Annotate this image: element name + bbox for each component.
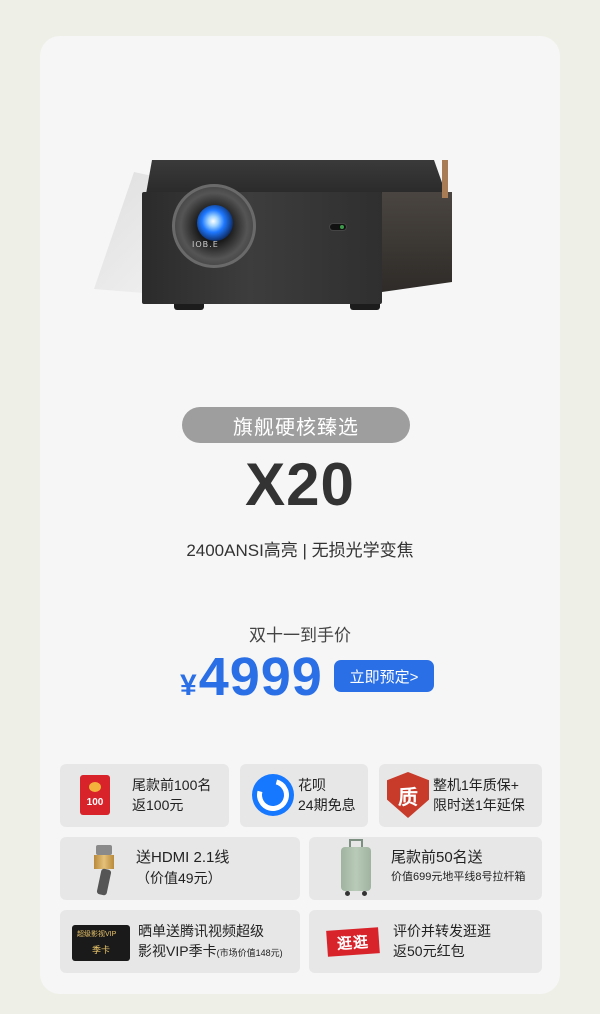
perk-text: 尾款前50名送 价值699元地平线8号拉杆箱 xyxy=(391,848,525,884)
perk-line: 返50元红包 xyxy=(393,943,465,959)
hdmi-head xyxy=(96,845,112,855)
perk-installment: 花呗 24期免息 xyxy=(240,764,368,827)
perk-line: 价值699元地平线8号拉杆箱 xyxy=(391,871,526,883)
spec-line: 2400ANSI高亮 | 无损光学变焦 xyxy=(186,541,414,560)
perk-line: 返100元 xyxy=(132,797,184,813)
perk-line: 尾款前100名 xyxy=(132,777,212,793)
preorder-button[interactable]: 立即预定> xyxy=(334,660,434,692)
projector-trim xyxy=(442,160,448,198)
hdmi-cable-icon xyxy=(86,845,116,896)
red-packet-amount: 100 xyxy=(86,797,104,808)
perk-text: 花呗 24期免息 xyxy=(298,775,356,815)
perk-line: （价值49元） xyxy=(136,870,222,886)
perk-text: 评价并转发逛逛 返50元红包 xyxy=(393,921,491,961)
projector-foot xyxy=(350,304,380,310)
tagline-pill: 旗舰硬核臻选 xyxy=(182,407,410,443)
perk-text: 尾款前100名 返100元 xyxy=(132,775,211,815)
projector-lens xyxy=(172,184,256,268)
perk-line-main: 影视VIP季卡 xyxy=(138,943,217,959)
huabei-icon xyxy=(252,774,294,816)
status-led xyxy=(330,224,346,230)
red-packet-seal xyxy=(89,782,101,792)
perk-cashback: 100 尾款前100名 返100元 xyxy=(60,764,229,827)
vip-card-label: 超级影视VIP xyxy=(77,931,117,938)
projector-image: IOB.E xyxy=(78,112,478,312)
brand-mark: IOB.E xyxy=(192,240,219,249)
perk-hdmi-cable: 送HDMI 2.1线 （价值49元） xyxy=(60,837,300,900)
suitcase-wheel xyxy=(362,891,367,896)
suitcase-wheel xyxy=(345,891,350,896)
perk-vip-card: 超级影视VIP 季卡 晒单送腾讯视频超级 影视VIP季卡(市场价值148元) xyxy=(60,910,300,973)
quality-shield-icon: 质 xyxy=(387,772,429,818)
perk-review-reward: 逛逛 评价并转发逛逛 返50元红包 xyxy=(309,910,542,973)
perk-text: 送HDMI 2.1线 （价值49元） xyxy=(136,848,229,888)
hdmi-body xyxy=(94,855,114,869)
suitcase-handle xyxy=(349,839,363,847)
perk-line: 尾款前50名送 xyxy=(391,849,483,866)
perk-line: 花呗 xyxy=(298,777,326,793)
perk-suitcase: 尾款前50名送 价值699元地平线8号拉杆箱 xyxy=(309,837,542,900)
perk-line: 送HDMI 2.1线 xyxy=(136,849,230,866)
perk-text: 整机1年质保+ 限时送1年延保 xyxy=(433,775,525,815)
perk-line: 影视VIP季卡(市场价值148元) xyxy=(138,941,283,963)
perk-line: 整机1年质保+ xyxy=(433,777,519,793)
projector-side xyxy=(382,192,452,292)
perk-line: 评价并转发逛逛 xyxy=(393,923,491,939)
perk-line: 限时送1年延保 xyxy=(433,797,525,813)
perk-warranty: 质 整机1年质保+ 限时送1年延保 xyxy=(379,764,542,827)
guangguang-icon: 逛逛 xyxy=(326,927,380,957)
suitcase-body xyxy=(341,847,371,891)
perk-line: 晒单送腾讯视频超级 xyxy=(138,923,264,939)
hdmi-wire xyxy=(96,868,112,896)
perk-line: 24期免息 xyxy=(298,797,356,813)
vip-card-term: 季卡 xyxy=(92,945,111,955)
perk-note: (市场价值148元) xyxy=(216,948,283,958)
vip-card-icon: 超级影视VIP 季卡 xyxy=(72,925,130,961)
currency-symbol: ¥ xyxy=(180,669,197,702)
model-title: X20 xyxy=(245,451,355,518)
red-packet-icon: 100 xyxy=(80,775,110,815)
price-value: 4999 xyxy=(198,647,323,707)
lens-glow xyxy=(197,205,233,241)
suitcase-icon xyxy=(337,839,375,897)
perk-text: 晒单送腾讯视频超级 影视VIP季卡(市场价值148元) xyxy=(138,921,283,963)
price: ¥ 4999 xyxy=(180,646,323,708)
projector-foot xyxy=(174,304,204,310)
price-label: 双十一到手价 xyxy=(249,626,351,645)
projector-top xyxy=(146,160,446,194)
